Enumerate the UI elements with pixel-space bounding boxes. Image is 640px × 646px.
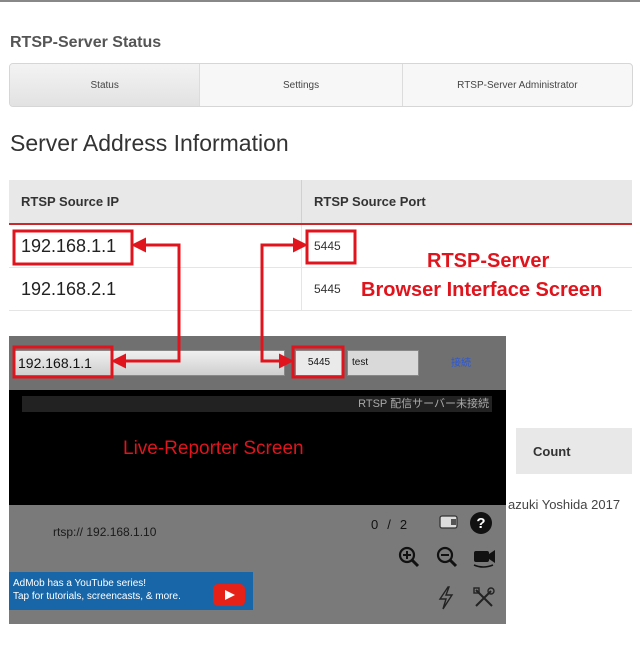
row1-ip: 192.168.1.1: [9, 224, 302, 268]
video-preview: RTSP 配信サーバー未接続 Live-Reporter Screen: [9, 390, 506, 505]
app-title: RTSP-Server Status: [10, 34, 162, 51]
card-icon[interactable]: [437, 511, 461, 533]
help-icon[interactable]: ?: [469, 511, 493, 535]
header-source-port: RTSP Source Port: [301, 180, 632, 225]
zoom-out-icon[interactable]: [435, 545, 459, 569]
settings-tools-icon[interactable]: [471, 585, 497, 611]
port-input[interactable]: 5445: [295, 350, 343, 376]
tab-status[interactable]: Status: [10, 64, 201, 106]
live-reporter-controls: rtsp:// 192.168.1.10 0/2 ? AdMob has a Y…: [9, 505, 506, 624]
annotation-live-reporter: Live-Reporter Screen: [123, 438, 304, 459]
counter-separator: /: [387, 517, 392, 532]
live-reporter-screen: 192.168.1.1 5445 test 接続 RTSP 配信サーバー未接続 …: [9, 336, 506, 624]
top-border: [0, 0, 640, 2]
ip-input[interactable]: 192.168.1.1: [13, 350, 285, 376]
table-header-row: RTSP Source IP RTSP Source Port: [9, 180, 632, 225]
connect-button[interactable]: 接続: [451, 354, 471, 369]
footer-credit: azuki Yoshida 2017: [508, 497, 621, 512]
header-count: Count: [516, 428, 632, 474]
annotation-browser-line2: Browser Interface Screen: [361, 279, 603, 301]
tab-administrator[interactable]: RTSP-Server Administrator: [403, 64, 632, 106]
tab-bar: Status Settings RTSP-Server Administrato…: [9, 63, 633, 107]
youtube-play-icon[interactable]: [213, 584, 245, 606]
live-reporter-toolbar: 192.168.1.1 5445 test 接続: [9, 336, 506, 390]
zoom-in-icon[interactable]: [397, 545, 421, 569]
flash-icon[interactable]: [435, 585, 457, 611]
annotation-browser-line1: RTSP-Server: [427, 250, 550, 272]
connection-status: RTSP 配信サーバー未接続: [22, 396, 492, 412]
camera-switch-icon[interactable]: [471, 545, 497, 569]
svg-text:?: ?: [476, 515, 485, 532]
header-source-ip: RTSP Source IP: [9, 180, 302, 225]
row2-ip: 192.168.2.1: [9, 267, 302, 311]
section-title: Server Address Information: [10, 130, 289, 156]
counter-current: 0: [371, 517, 380, 532]
counter-total: 2: [399, 517, 409, 532]
user-input[interactable]: test: [347, 350, 419, 376]
stream-counter: 0 / 2: [367, 517, 412, 532]
rtsp-url: rtsp:// 192.168.1.10: [53, 525, 157, 539]
tab-settings[interactable]: Settings: [200, 64, 403, 106]
